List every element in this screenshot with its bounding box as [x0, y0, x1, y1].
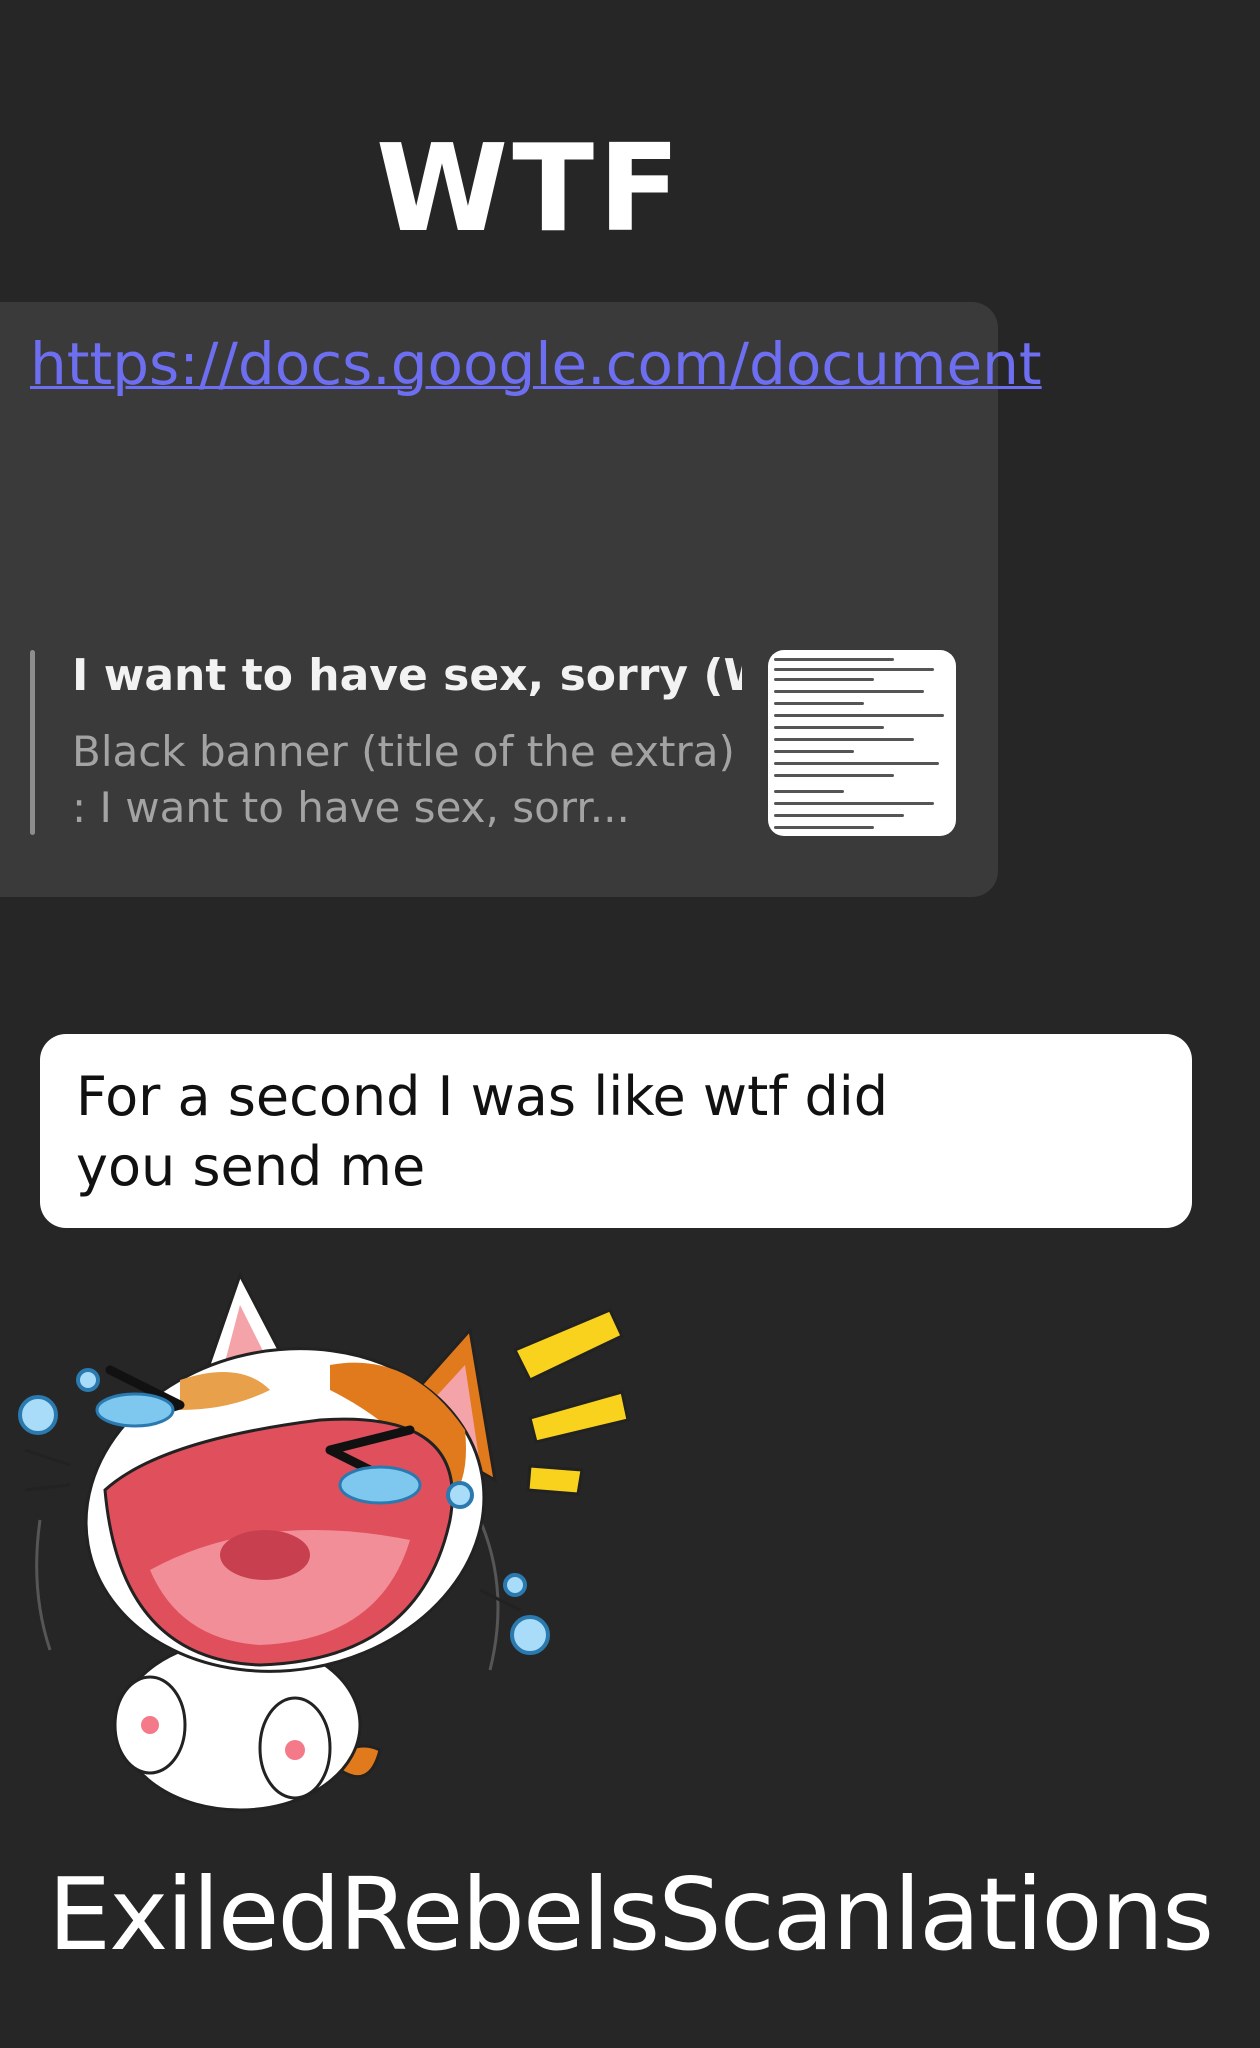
crying-laughing-cat-sticker-icon[interactable] — [10, 1270, 650, 1830]
document-thumbnail[interactable] — [768, 650, 956, 836]
document-link[interactable]: https://docs.google.com/document — [30, 330, 1042, 398]
link-preview-description: Black banner (title of the extra) : I wa… — [72, 727, 735, 832]
page-title: WTF — [375, 120, 685, 259]
preview-accent-bar — [30, 650, 35, 835]
link-preview-title[interactable]: I want to have sex, sorry (Wa... — [72, 650, 742, 701]
reply-message-bubble[interactable]: For a second I was like wtf did you send… — [40, 1034, 1192, 1228]
scanlation-watermark: ExiledRebelsScanlations — [47, 1856, 1214, 1973]
reply-message-text: For a second I was like wtf did you send… — [76, 1065, 889, 1198]
